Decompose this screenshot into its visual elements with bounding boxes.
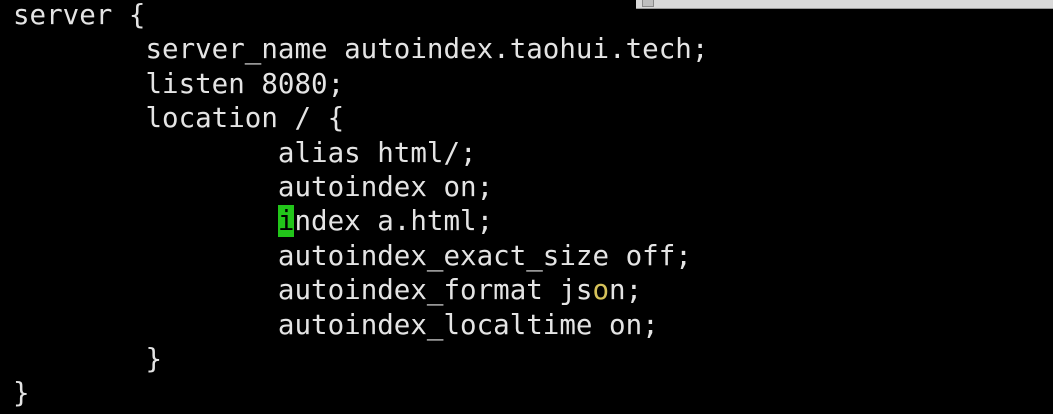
code-line-8[interactable]: autoindex_exact_size off;: [13, 239, 708, 273]
code-line-9[interactable]: autoindex_format json;: [13, 273, 708, 307]
code-line-5[interactable]: alias html/;: [13, 136, 708, 170]
code-line-10[interactable]: autoindex_localtime on;: [13, 308, 708, 342]
code-line-3[interactable]: listen 8080;: [13, 67, 708, 101]
code-line-2[interactable]: server_name autoindex.taohui.tech;: [13, 32, 708, 66]
code-line-6[interactable]: autoindex on;: [13, 170, 708, 204]
code-line-12[interactable]: }: [13, 376, 708, 410]
code-line-7[interactable]: index a.html;: [13, 204, 708, 238]
code-line-1[interactable]: server {: [13, 0, 708, 32]
mouse-ibeam-icon: o: [592, 274, 610, 307]
text-cursor: i: [277, 205, 295, 238]
code-editor[interactable]: server { server_name autoindex.taohui.te…: [13, 0, 708, 411]
code-line-11[interactable]: }: [13, 342, 708, 376]
terminal-window[interactable]: server { server_name autoindex.taohui.te…: [0, 0, 1053, 414]
code-line-4[interactable]: location / {: [13, 101, 708, 135]
